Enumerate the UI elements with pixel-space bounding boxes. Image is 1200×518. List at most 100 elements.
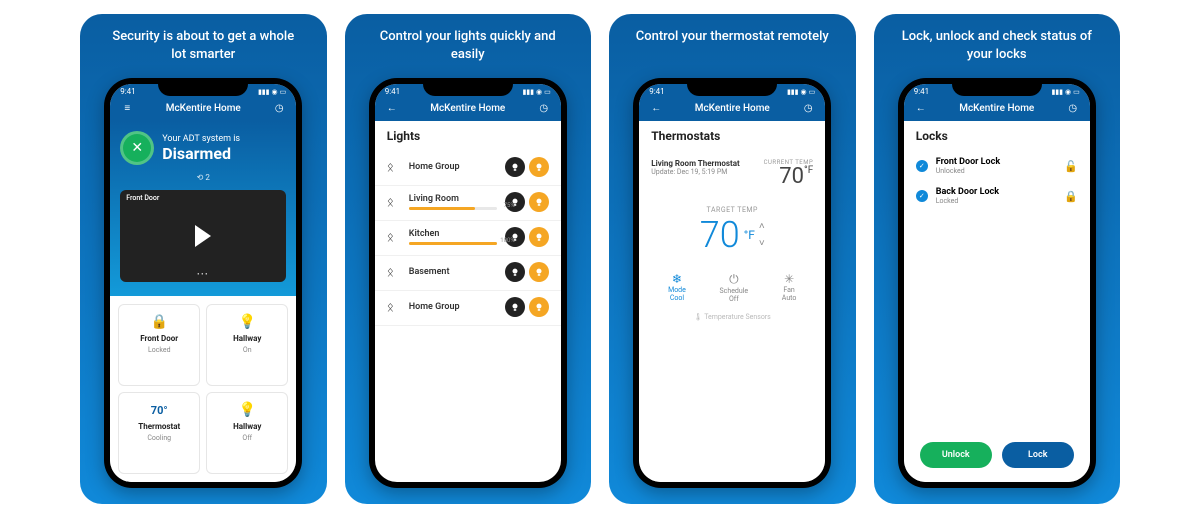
lock-status: Locked	[936, 197, 1056, 205]
tile-thermostat[interactable]: 70° Thermostat Cooling	[118, 392, 200, 474]
light-row[interactable]: ᛟ Home Group	[375, 291, 561, 326]
wifi-icon: ◉	[1065, 88, 1071, 96]
battery-icon: ▭	[280, 88, 287, 96]
promo-panel-thermostat: Control your thermostat remotely 9:41 ▮▮…	[609, 14, 856, 504]
light-on-button[interactable]	[529, 192, 549, 212]
notch	[423, 78, 513, 96]
play-icon[interactable]	[195, 225, 211, 247]
camera-card[interactable]: Front Door •••	[120, 190, 286, 282]
wifi-icon: ◉	[536, 88, 542, 96]
app-header: ≡ McKentire Home ◷	[110, 97, 296, 121]
dashboard-hero: ✕ Your ADT system is Disarmed ⟲ 2 Front …	[110, 121, 296, 296]
back-icon[interactable]: ←	[914, 101, 928, 115]
lock-button[interactable]: Lock	[1002, 442, 1074, 468]
clock: 9:41	[649, 87, 664, 96]
light-row[interactable]: ᛟ Living Room 75%	[375, 186, 561, 221]
battery-icon: ▭	[1073, 88, 1080, 96]
arm-status-text: Your ADT system is Disarmed	[162, 134, 286, 163]
thermostat-card: Living Room Thermostat Update: Dec 19, 5…	[639, 151, 825, 482]
light-name: Basement	[409, 267, 497, 277]
target-temp-display: 70 °F ˄ ˅	[651, 214, 813, 256]
temp-sensors-row[interactable]: 🌡 Temperature Sensors	[651, 313, 813, 321]
tagline: Lock, unlock and check status of your lo…	[874, 28, 1121, 78]
light-on-button[interactable]	[529, 227, 549, 247]
dimmer-bar[interactable]: 100%	[409, 242, 497, 245]
dimmer-bar[interactable]: 75%	[409, 207, 497, 210]
thermostat-modes: ❄ Mode Cool ⏻ Schedule Off ✳ Fan Auto	[651, 272, 813, 303]
home-title: McKentire Home	[430, 103, 505, 114]
lock-icon: 🔒	[151, 313, 168, 331]
tile-hallway-on[interactable]: 💡 Hallway On	[206, 304, 288, 386]
back-icon[interactable]: ←	[385, 101, 399, 115]
unlock-button[interactable]: Unlock	[920, 442, 992, 468]
activity-icon[interactable]: ◷	[801, 101, 815, 115]
dashboard-tiles: 🔒 Front Door Locked 💡 Hallway On 70° The…	[110, 296, 296, 482]
temp-up-icon[interactable]: ˄	[759, 221, 765, 232]
home-title: McKentire Home	[959, 103, 1034, 114]
light-off-button[interactable]	[505, 297, 525, 317]
light-on-button[interactable]	[529, 157, 549, 177]
home-title: McKentire Home	[166, 103, 241, 114]
lamp-icon: ᛟ	[387, 265, 401, 279]
arm-status-card[interactable]: ✕ Your ADT system is Disarmed	[120, 131, 286, 165]
activity-icon[interactable]: ◷	[272, 101, 286, 115]
back-icon[interactable]: ←	[649, 101, 663, 115]
activity-icon[interactable]: ◷	[537, 101, 551, 115]
app-screen-locks: 9:41 ▮▮▮◉▭ ← McKentire Home ◷ Locks ✓ Fr…	[904, 84, 1090, 482]
zone-indicator[interactable]: ⟲ 2	[120, 173, 286, 182]
thermostats-title: Thermostats	[639, 121, 825, 151]
snowflake-icon: ❄	[668, 272, 686, 286]
activity-icon[interactable]: ◷	[1066, 101, 1080, 115]
light-on-button[interactable]	[529, 297, 549, 317]
lamp-icon: ᛟ	[387, 300, 401, 314]
status-icons: ▮▮▮ ◉ ▭	[258, 88, 286, 96]
status-icons: ▮▮▮◉▭	[522, 88, 550, 96]
phone-frame: 9:41 ▮▮▮◉▭ ← McKentire Home ◷ Lights ᛟ H…	[369, 78, 567, 488]
lock-row[interactable]: ✓ Back Door Lock Locked 🔒	[904, 181, 1090, 211]
temp-down-icon[interactable]: ˅	[759, 238, 765, 249]
power-icon: ⏻	[720, 272, 749, 287]
app-screen-thermostat: 9:41 ▮▮▮◉▭ ← McKentire Home ◷ Thermostat…	[639, 84, 825, 482]
signal-icon: ▮▮▮	[1051, 88, 1063, 96]
battery-icon: ▭	[809, 88, 816, 96]
lock-state-icon: 🔒	[1064, 190, 1078, 203]
lamp-icon: ᛟ	[387, 195, 401, 209]
light-off-button[interactable]	[505, 157, 525, 177]
app-screen-dashboard: 9:41 ▮▮▮ ◉ ▭ ≡ McKentire Home ◷ ✕ Your A…	[110, 84, 296, 482]
lights-list: ᛟ Home Group ᛟ Living Room 75% ᛟ Kitchen…	[375, 151, 561, 326]
status-icons: ▮▮▮◉▭	[1051, 88, 1079, 96]
locks-body: ✓ Front Door Lock Unlocked 🔓 ✓ Back Door…	[904, 151, 1090, 482]
degree-unit: °F	[744, 228, 755, 242]
promo-panel-dashboard: Security is about to get a whole lot sma…	[80, 14, 327, 504]
lock-name: Front Door Lock	[936, 157, 1056, 167]
battery-icon: ▭	[544, 88, 551, 96]
light-row[interactable]: ᛟ Basement	[375, 256, 561, 291]
light-row[interactable]: ᛟ Home Group	[375, 151, 561, 186]
target-temp-value: 70	[700, 214, 740, 256]
light-off-button[interactable]	[505, 262, 525, 282]
fan-icon: ✳	[782, 272, 797, 286]
disarmed-icon: ✕	[120, 131, 154, 165]
lamp-icon: ᛟ	[387, 230, 401, 244]
mode-schedule[interactable]: ⏻ Schedule Off	[720, 272, 749, 303]
mode-fan[interactable]: ✳ Fan Auto	[782, 272, 797, 303]
app-screen-lights: 9:41 ▮▮▮◉▭ ← McKentire Home ◷ Lights ᛟ H…	[375, 84, 561, 482]
lock-row[interactable]: ✓ Front Door Lock Unlocked 🔓	[904, 151, 1090, 181]
light-row[interactable]: ᛟ Kitchen 100%	[375, 221, 561, 256]
menu-icon[interactable]: ≡	[120, 101, 134, 115]
dimmer-pct: 75%	[504, 202, 515, 209]
promo-panel-locks: Lock, unlock and check status of your lo…	[874, 14, 1121, 504]
bulb-off-icon: 💡	[239, 401, 256, 419]
current-temp: 70°F	[764, 166, 814, 188]
notch	[158, 78, 248, 96]
tile-hallway-off[interactable]: 💡 Hallway Off	[206, 392, 288, 474]
tagline: Control your thermostat remotely	[609, 28, 856, 78]
thermostat-name: Living Room Thermostat	[651, 159, 739, 168]
mode-cool[interactable]: ❄ Mode Cool	[668, 272, 686, 303]
lights-title: Lights	[375, 121, 561, 151]
locks-list: ✓ Front Door Lock Unlocked 🔓 ✓ Back Door…	[904, 151, 1090, 211]
tile-front-door[interactable]: 🔒 Front Door Locked	[118, 304, 200, 386]
light-on-button[interactable]	[529, 262, 549, 282]
lock-state-icon: 🔓	[1064, 160, 1078, 173]
wifi-icon: ◉	[272, 88, 278, 96]
